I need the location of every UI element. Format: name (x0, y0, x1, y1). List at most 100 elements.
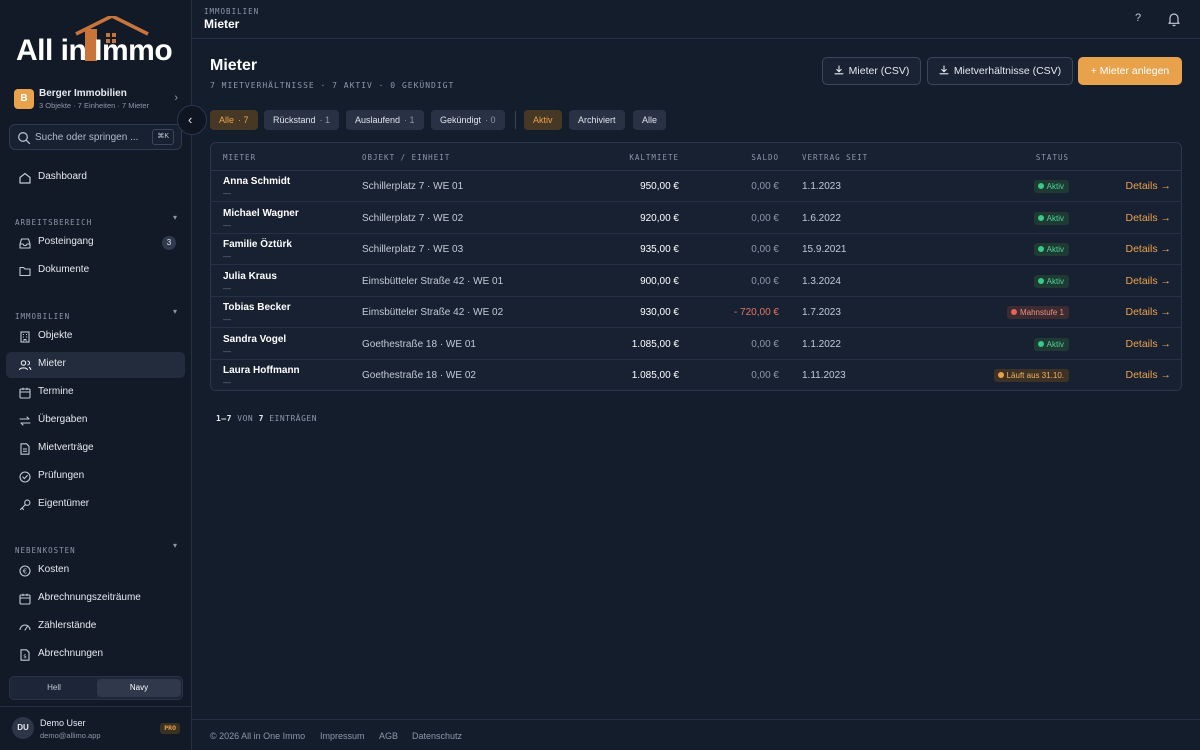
col-object[interactable]: OBJEKT / EINHEIT (362, 153, 450, 162)
col-saldo[interactable]: SALDO (751, 153, 779, 162)
nav-label: Dokumente (38, 264, 90, 275)
table-row[interactable]: Tobias Becker — Eimsbütteler Straße 42 ·… (211, 297, 1181, 328)
filter-state-archived[interactable]: Archiviert (569, 110, 625, 130)
brand-logo[interactable]: All in Immo (16, 16, 181, 67)
nav-costs[interactable]: € Kosten (6, 558, 185, 584)
section-realestate[interactable]: IMMOBILIEN ▾ (15, 307, 177, 321)
nav-meters[interactable]: Zählerstände (6, 614, 185, 640)
status-badge: Aktiv (1033, 243, 1069, 256)
calendar-icon (19, 593, 31, 605)
rent: 950,00 € (640, 181, 679, 192)
gauge-icon (19, 624, 31, 631)
nav-periods[interactable]: Abrechnungszeiträume (6, 586, 185, 612)
table-row[interactable]: Sandra Vogel — Goethestraße 18 · WE 01 1… (211, 329, 1181, 360)
nav-objects[interactable]: Objekte (6, 324, 185, 350)
export-tenants-button[interactable]: Mieter (CSV) (822, 57, 921, 85)
contract-since: 1.1.2023 (802, 181, 841, 192)
breadcrumb[interactable]: IMMOBILIEN (204, 7, 259, 16)
nav-label: Kosten (38, 564, 70, 575)
nav-tenants[interactable]: Mieter (6, 352, 185, 378)
details-link[interactable]: Details → (1125, 212, 1171, 224)
section-workspace[interactable]: ARBEITSBEREICH ▾ (15, 213, 177, 227)
user-menu[interactable]: DU Demo User demo@allimo.app PRO (0, 706, 192, 750)
filter-expiring[interactable]: Auslaufend · 1 (346, 110, 424, 130)
status-badge: Aktiv (1033, 180, 1069, 193)
section-costs[interactable]: NEBENKOSTEN ▾ (15, 541, 177, 555)
filter-all[interactable]: Alle · 7 (210, 110, 258, 130)
pager-total: 7 (258, 414, 264, 423)
sidebar: All in Immo B Berger Immobilien 3 Objekt… (0, 0, 192, 750)
nav-inspections[interactable]: Prüfungen (6, 464, 185, 490)
add-tenant-button[interactable]: + Mieter anlegen (1078, 57, 1182, 85)
tenant-name[interactable]: Laura Hoffmann (223, 365, 300, 376)
inbox-count-badge: 3 (162, 236, 176, 250)
tenant-switcher[interactable]: B Berger Immobilien 3 Objekte · 7 Einhei… (14, 86, 180, 112)
tenant-name[interactable]: Anna Schmidt (223, 176, 290, 187)
table-row[interactable]: Laura Hoffmann — Goethestraße 18 · WE 02… (211, 360, 1181, 390)
nav-handovers[interactable]: Übergaben (6, 408, 185, 434)
details-link[interactable]: Details → (1125, 243, 1171, 255)
terms-link[interactable]: AGB (379, 731, 398, 741)
search-box[interactable]: ⌘K (9, 124, 182, 150)
saldo: 0,00 € (751, 181, 779, 192)
help-button[interactable]: ? (1131, 12, 1145, 28)
nav-appointments[interactable]: Termine (6, 380, 185, 406)
filter-state-active[interactable]: Aktiv (524, 110, 562, 130)
imprint-link[interactable]: Impressum (320, 731, 365, 741)
filter-state-all[interactable]: Alle (633, 110, 667, 130)
logo-text: All in Immo (16, 34, 173, 67)
chip-count: · 1 (404, 115, 415, 125)
table-row[interactable]: Familie Öztürk — Schillerplatz 7 · WE 03… (211, 234, 1181, 265)
col-status[interactable]: STATUS (1036, 153, 1069, 162)
details-link[interactable]: Details → (1125, 275, 1171, 287)
theme-navy-option[interactable]: Navy (97, 679, 181, 697)
tenant-name[interactable]: Michael Wagner (223, 208, 299, 219)
nav-label: Prüfungen (38, 470, 85, 481)
nav-owners[interactable]: Eigentümer (6, 492, 185, 518)
tenant-name[interactable]: Julia Kraus (223, 271, 277, 282)
object-unit: Eimsbütteler Straße 42 · WE 02 (362, 307, 504, 318)
users-icon (18, 360, 32, 371)
status-badge: Mahnstufe 1 (1006, 306, 1069, 319)
table-row[interactable]: Michael Wagner — Schillerplatz 7 · WE 02… (211, 203, 1181, 234)
table-row[interactable]: Anna Schmidt — Schillerplatz 7 · WE 01 9… (211, 171, 1181, 202)
collapse-sidebar-button[interactable]: ‹ (177, 105, 207, 135)
tenant-meta: 3 Objekte · 7 Einheiten · 7 Mieter (39, 101, 150, 110)
chip-label: Rückstand (273, 115, 316, 125)
bell-icon[interactable] (1166, 11, 1182, 27)
col-since[interactable]: VERTRAG SEIT (802, 153, 868, 162)
page-subtitle: 7 MIETVERHÄLTNISSE · 7 AKTIV · 0 GEKÜNDI… (210, 81, 455, 90)
rent: 900,00 € (640, 275, 679, 287)
tenant-name[interactable]: Tobias Becker (223, 302, 291, 313)
details-link[interactable]: Details → (1125, 369, 1171, 381)
details-link[interactable]: Details → (1125, 180, 1171, 192)
tenant-name[interactable]: Familie Öztürk (223, 239, 292, 250)
nav-label: Objekte (38, 330, 73, 341)
col-rent[interactable]: KALTMIETE (629, 153, 679, 162)
search-input[interactable] (35, 125, 155, 149)
filter-terminated[interactable]: Gekündigt · 0 (431, 110, 505, 130)
nav-leases[interactable]: Mietverträge (6, 436, 185, 462)
tenant-name[interactable]: Sandra Vogel (223, 334, 286, 345)
svg-text:$: $ (23, 654, 27, 660)
nav-statements[interactable]: $ Abrechnungen (6, 642, 185, 668)
status-badge: Läuft aus 31.10. (993, 369, 1069, 382)
nav-label: Abrechnungen (38, 648, 104, 659)
details-link[interactable]: Details → (1125, 306, 1171, 318)
details-link[interactable]: Details → (1125, 338, 1171, 350)
nav-dashboard[interactable]: Dashboard (6, 165, 185, 191)
table-row[interactable]: Julia Kraus — Eimsbütteler Straße 42 · W… (211, 266, 1181, 297)
chip-label: Gekündigt (440, 115, 482, 125)
theme-light-option[interactable]: Hell (12, 679, 96, 697)
section-label: NEBENKOSTEN (15, 546, 76, 555)
filter-arrears[interactable]: Rückstand · 1 (264, 110, 340, 130)
export-leases-button[interactable]: Mietverhältnisse (CSV) (927, 57, 1073, 85)
privacy-link[interactable]: Datenschutz (412, 731, 462, 741)
nav-inbox[interactable]: Posteingang 3 (6, 230, 185, 256)
saldo: 0,00 € (751, 212, 779, 224)
nav-documents[interactable]: Dokumente (6, 258, 185, 284)
chevron-down-icon: ▾ (172, 541, 177, 550)
object-unit: Eimsbütteler Straße 42 · WE 01 (362, 275, 504, 287)
download-icon (834, 65, 844, 75)
col-tenant[interactable]: MIETER (223, 153, 256, 162)
